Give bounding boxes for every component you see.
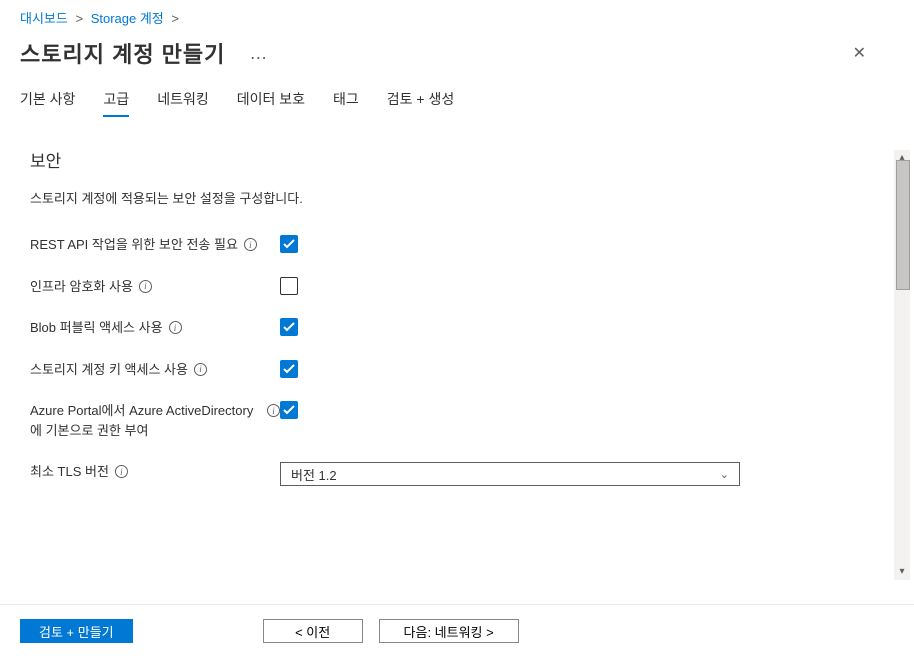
select-tls-value: 버전 1.2 (291, 465, 337, 484)
close-icon[interactable]: ✕ (845, 39, 874, 67)
label-key-access: 스토리지 계정 키 액세스 사용 (30, 360, 188, 380)
field-infra-encryption: 인프라 암호화 사용 i (30, 277, 884, 297)
field-tls: 최소 TLS 버전 i 버전 1.2 ⌄ (30, 462, 884, 486)
tab-advanced[interactable]: 고급 (103, 83, 129, 117)
field-secure-transfer: REST API 작업을 위한 보안 전송 필요 i (30, 235, 884, 255)
label-blob-public: Blob 퍼블릭 액세스 사용 (30, 318, 163, 338)
next-button[interactable]: 다음: 네트워킹 > (379, 619, 519, 643)
tab-basics[interactable]: 기본 사항 (20, 83, 75, 117)
section-title-security: 보안 (30, 147, 884, 172)
info-icon[interactable]: i (244, 238, 257, 251)
previous-button[interactable]: < 이전 (263, 619, 363, 643)
checkbox-secure-transfer[interactable] (280, 235, 298, 253)
breadcrumb-sep: > (171, 11, 179, 26)
info-icon[interactable]: i (267, 404, 280, 417)
checkbox-key-access[interactable] (280, 360, 298, 378)
breadcrumb: 대시보드 > Storage 계정 > (0, 0, 914, 31)
label-aad-default: Azure Portal에서 Azure ActiveDirectory에 기본… (30, 401, 261, 440)
more-icon[interactable]: … (249, 43, 269, 64)
select-tls-version[interactable]: 버전 1.2 ⌄ (280, 462, 740, 486)
info-icon[interactable]: i (194, 363, 207, 376)
tabs: 기본 사항 고급 네트워킹 데이터 보호 태그 검토 + 생성 (0, 83, 914, 117)
tab-data-protection[interactable]: 데이터 보호 (237, 83, 305, 117)
section-desc: 스토리지 계정에 적용되는 보안 설정을 구성합니다. (30, 188, 884, 207)
label-tls: 최소 TLS 버전 (30, 462, 109, 482)
chevron-down-icon: ⌄ (720, 468, 729, 481)
info-icon[interactable]: i (115, 465, 128, 478)
field-key-access: 스토리지 계정 키 액세스 사용 i (30, 360, 884, 380)
checkbox-infra-encryption[interactable] (280, 277, 298, 295)
footer: 검토 + 만들기 < 이전 다음: 네트워킹 > (0, 604, 914, 663)
breadcrumb-storage[interactable]: Storage 계정 (91, 11, 164, 26)
scrollbar-thumb[interactable] (896, 160, 910, 290)
info-icon[interactable]: i (169, 321, 182, 334)
page-header: 스토리지 계정 만들기 … ✕ (0, 31, 914, 83)
page-title: 스토리지 계정 만들기 (20, 37, 225, 69)
breadcrumb-sep: > (75, 11, 83, 26)
checkbox-aad-default[interactable] (280, 401, 298, 419)
tab-networking[interactable]: 네트워킹 (157, 83, 209, 117)
content-area: 보안 스토리지 계정에 적용되는 보안 설정을 구성합니다. REST API … (0, 137, 914, 567)
breadcrumb-dashboard[interactable]: 대시보드 (20, 11, 68, 26)
checkbox-blob-public[interactable] (280, 318, 298, 336)
scroll-down-icon[interactable]: ▾ (896, 566, 908, 578)
field-aad-default: Azure Portal에서 Azure ActiveDirectory에 기본… (30, 401, 884, 440)
field-blob-public: Blob 퍼블릭 액세스 사용 i (30, 318, 884, 338)
info-icon[interactable]: i (139, 280, 152, 293)
tab-tags[interactable]: 태그 (333, 83, 359, 117)
review-create-button[interactable]: 검토 + 만들기 (20, 619, 133, 643)
tab-review[interactable]: 검토 + 생성 (387, 83, 454, 117)
label-infra-encryption: 인프라 암호화 사용 (30, 277, 133, 297)
label-secure-transfer: REST API 작업을 위한 보안 전송 필요 (30, 235, 238, 255)
